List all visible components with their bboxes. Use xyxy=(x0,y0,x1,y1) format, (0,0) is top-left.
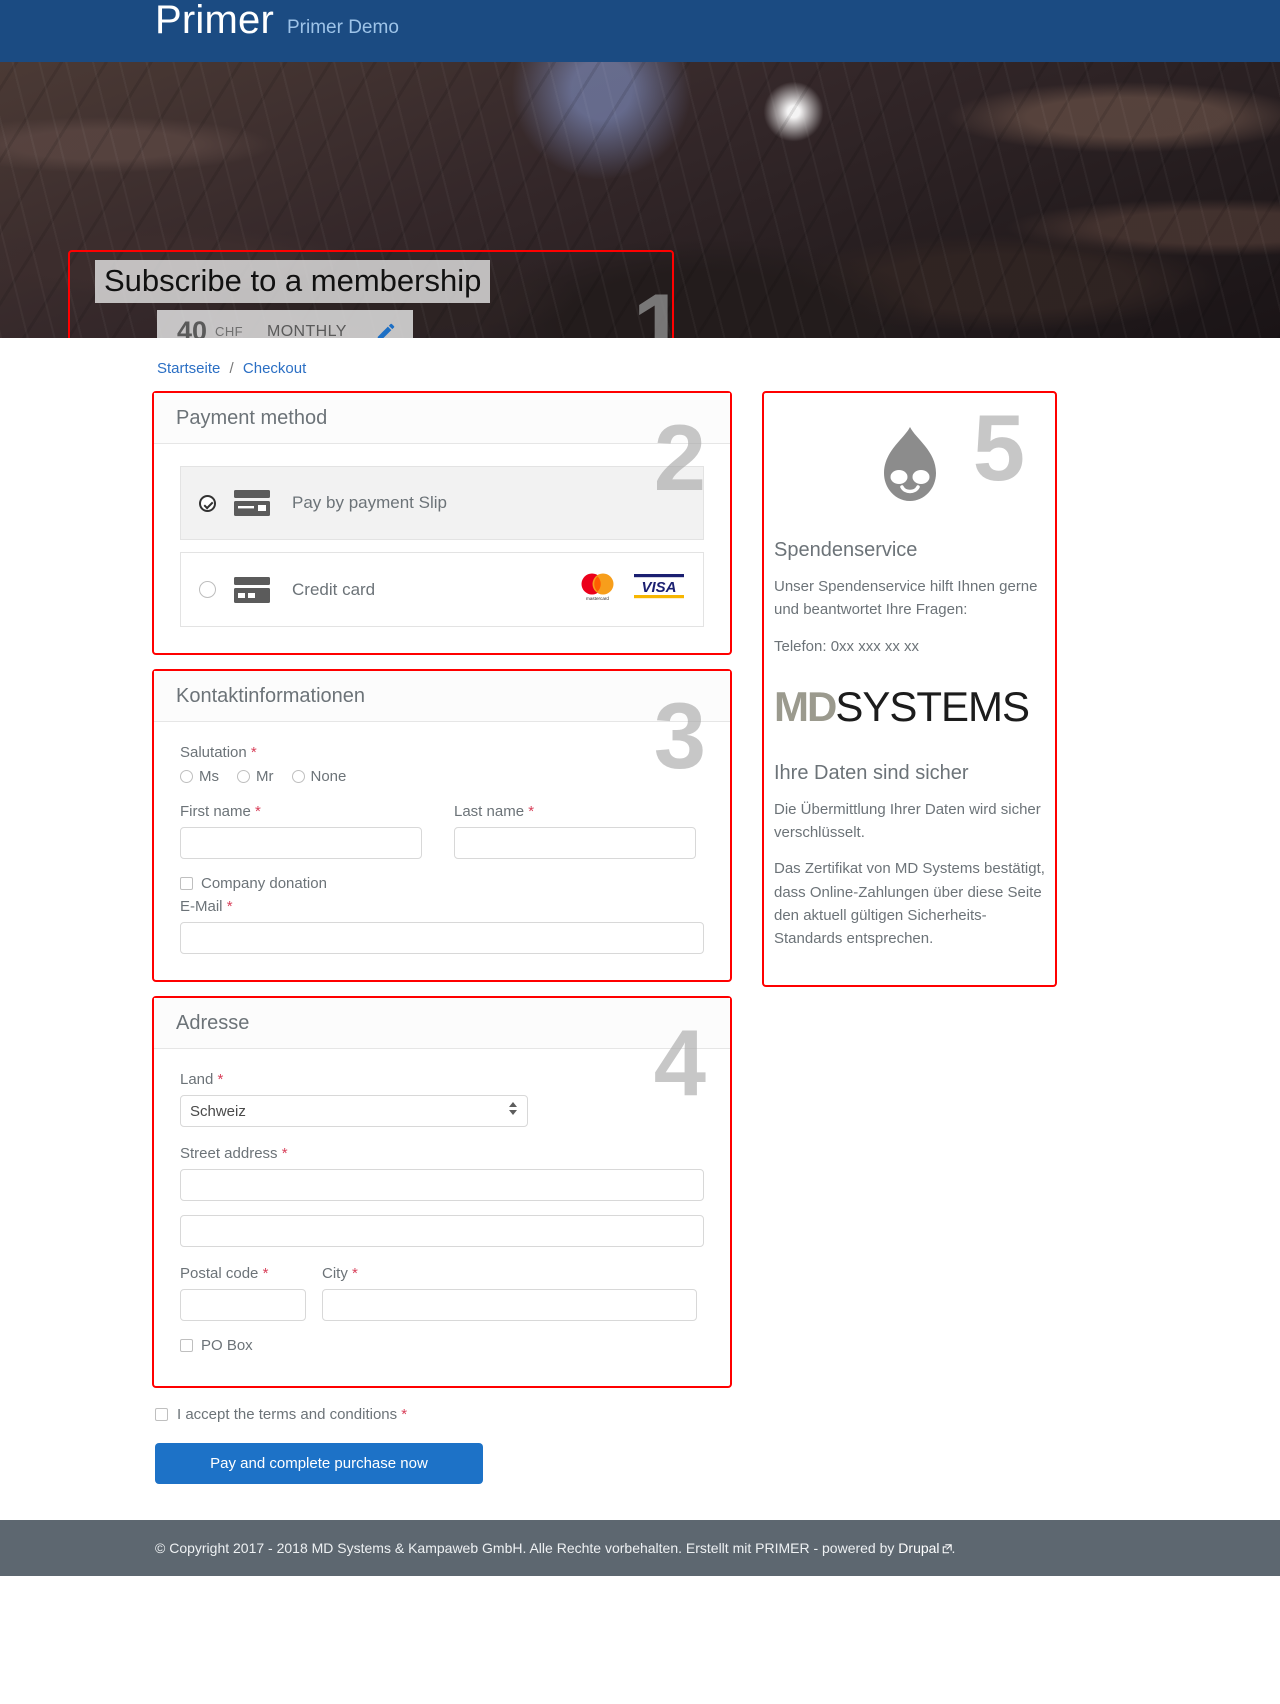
footer-copyright: © Copyright 2017 - 2018 MD Systems & Kam… xyxy=(155,1540,955,1557)
required-asterisk: * xyxy=(250,744,257,761)
breadcrumb-home[interactable]: Startseite xyxy=(157,360,220,377)
last-name-input[interactable] xyxy=(454,827,696,859)
md-systems-logo: MD SYSTEMS xyxy=(774,682,1045,730)
checkout-main-column: 2 Payment method Pay by payment Slip Cre… xyxy=(152,391,732,1484)
required-asterisk: * xyxy=(281,1145,288,1162)
brand-title: Primer xyxy=(155,0,274,42)
company-donation-row[interactable]: Company donation xyxy=(180,875,704,892)
drupal-link[interactable]: Drupal xyxy=(898,1540,939,1556)
required-asterisk: * xyxy=(352,1265,358,1282)
subscription-price-pill[interactable]: 40 CHF MONTHLY xyxy=(157,310,413,338)
payment-option-credit-card[interactable]: Credit card mastercard VISA xyxy=(180,552,704,627)
address-heading: Adresse xyxy=(154,998,730,1049)
required-asterisk: * xyxy=(226,898,233,915)
last-name-label: Last name * xyxy=(454,803,535,820)
salutation-option-label: Ms xyxy=(199,768,219,785)
first-name-label: First name * xyxy=(180,803,261,820)
mastercard-icon: mastercard xyxy=(574,572,621,607)
country-select[interactable] xyxy=(180,1095,528,1127)
payment-method-panel: 2 Payment method Pay by payment Slip Cre… xyxy=(152,391,732,655)
country-label: Land * xyxy=(180,1071,224,1088)
footer-period: . xyxy=(951,1539,956,1556)
payment-slip-card-icon xyxy=(234,490,270,516)
md-systems-logo-md: MD xyxy=(774,682,837,730)
site-header: Primer Primer Demo xyxy=(0,0,1280,62)
street-address-input[interactable] xyxy=(180,1169,704,1201)
required-asterisk: * xyxy=(217,1071,224,1088)
radio-mr[interactable] xyxy=(237,770,250,783)
drupal-drop-icon xyxy=(774,411,1045,539)
price-currency: CHF xyxy=(215,323,243,338)
contact-heading: Kontaktinformationen xyxy=(154,671,730,722)
pencil-icon[interactable] xyxy=(375,321,397,338)
radio-none[interactable] xyxy=(291,770,305,783)
site-footer: © Copyright 2017 - 2018 MD Systems & Kam… xyxy=(0,1520,1280,1576)
payment-option-payment-slip[interactable]: Pay by payment Slip xyxy=(180,466,704,540)
salutation-option-ms[interactable]: Ms xyxy=(180,768,219,785)
price-amount: 40 xyxy=(177,316,208,339)
security-text-2: Das Zertifikat von MD Systems bestätigt,… xyxy=(774,860,1045,947)
footer-copyright-text: © Copyright 2017 - 2018 MD Systems & Kam… xyxy=(155,1539,899,1556)
company-donation-label: Company donation xyxy=(201,875,327,892)
card-brand-logos: mastercard VISA xyxy=(574,572,685,607)
radio-credit-card[interactable] xyxy=(199,581,216,598)
security-text-1: Die Übermittlung Ihrer Daten wird sicher… xyxy=(774,800,1041,841)
po-box-row[interactable]: PO Box xyxy=(180,1337,704,1354)
spendenservice-heading: Spendenservice xyxy=(774,539,918,561)
credit-card-icon xyxy=(234,576,270,603)
site-name: Primer Demo xyxy=(286,17,399,38)
breadcrumb-checkout[interactable]: Checkout xyxy=(243,360,306,377)
checkbox-po-box[interactable] xyxy=(180,1339,193,1352)
salutation-option-none[interactable]: None xyxy=(291,768,347,785)
po-box-label: PO Box xyxy=(201,1337,253,1354)
svg-text:mastercard: mastercard xyxy=(586,596,609,601)
salutation-radio-group[interactable]: Ms Mr None xyxy=(180,768,704,785)
required-asterisk: * xyxy=(401,1406,408,1423)
postal-code-input[interactable] xyxy=(180,1289,306,1321)
street-address-line2-input[interactable] xyxy=(180,1215,704,1247)
sidebar-info-panel: 5 Spendenservice Unser Spendenservice hi… xyxy=(762,391,1057,988)
address-panel: 4 Adresse Land * Schweiz Street address … xyxy=(152,996,732,1388)
payment-method-heading: Payment method xyxy=(154,393,730,444)
checkbox-accept-terms[interactable] xyxy=(155,1408,168,1421)
spendenservice-text: Unser Spendenservice hilft Ihnen gerne u… xyxy=(774,578,1038,619)
salutation-label: Salutation * xyxy=(180,744,257,761)
city-input[interactable] xyxy=(322,1289,697,1321)
visa-icon: VISA xyxy=(633,572,685,607)
required-asterisk: * xyxy=(262,1265,269,1282)
required-asterisk: * xyxy=(255,803,261,820)
payment-option-label: Pay by payment Slip xyxy=(292,493,447,512)
salutation-option-mr[interactable]: Mr xyxy=(237,768,274,785)
salutation-option-label: Mr xyxy=(256,768,274,785)
hero-banner: 1 Subscribe to a membership 40 CHF MONTH… xyxy=(0,62,1280,338)
required-asterisk: * xyxy=(528,803,535,820)
checkbox-company-donation[interactable] xyxy=(180,877,193,890)
street-address-label: Street address * xyxy=(180,1145,288,1162)
security-heading: Ihre Daten sind sicher xyxy=(774,761,969,784)
email-input[interactable] xyxy=(180,922,704,954)
contact-information-panel: 3 Kontaktinformationen Salutation * Ms M… xyxy=(152,669,732,982)
price-interval: MONTHLY xyxy=(266,322,347,338)
breadcrumb-separator: / xyxy=(229,360,234,377)
email-label: E-Mail * xyxy=(180,898,233,915)
city-label: City * xyxy=(322,1265,358,1282)
hero-title: Subscribe to a membership xyxy=(95,260,491,304)
terms-label: I accept the terms and conditions * xyxy=(177,1406,408,1423)
pay-and-complete-purchase-button[interactable]: Pay and complete purchase now xyxy=(155,1443,483,1484)
spendenservice-phone: Telefon: 0xx xxx xx xx xyxy=(774,637,920,655)
breadcrumb: Startseite / Checkout xyxy=(0,338,1280,391)
first-name-input[interactable] xyxy=(180,827,422,859)
checkout-sidebar: 5 Spendenservice Unser Spendenservice hi… xyxy=(762,391,1057,988)
terms-acceptance-row[interactable]: I accept the terms and conditions * xyxy=(155,1406,732,1423)
external-link-icon xyxy=(942,1541,952,1557)
radio-payment-slip[interactable] xyxy=(199,494,216,512)
md-systems-logo-systems: SYSTEMS xyxy=(835,682,1030,730)
salutation-option-label: None xyxy=(310,768,347,785)
radio-ms[interactable] xyxy=(180,770,193,783)
svg-text:VISA: VISA xyxy=(641,579,676,596)
payment-option-label: Credit card xyxy=(292,579,376,599)
postal-code-label: Postal code * xyxy=(180,1265,269,1282)
